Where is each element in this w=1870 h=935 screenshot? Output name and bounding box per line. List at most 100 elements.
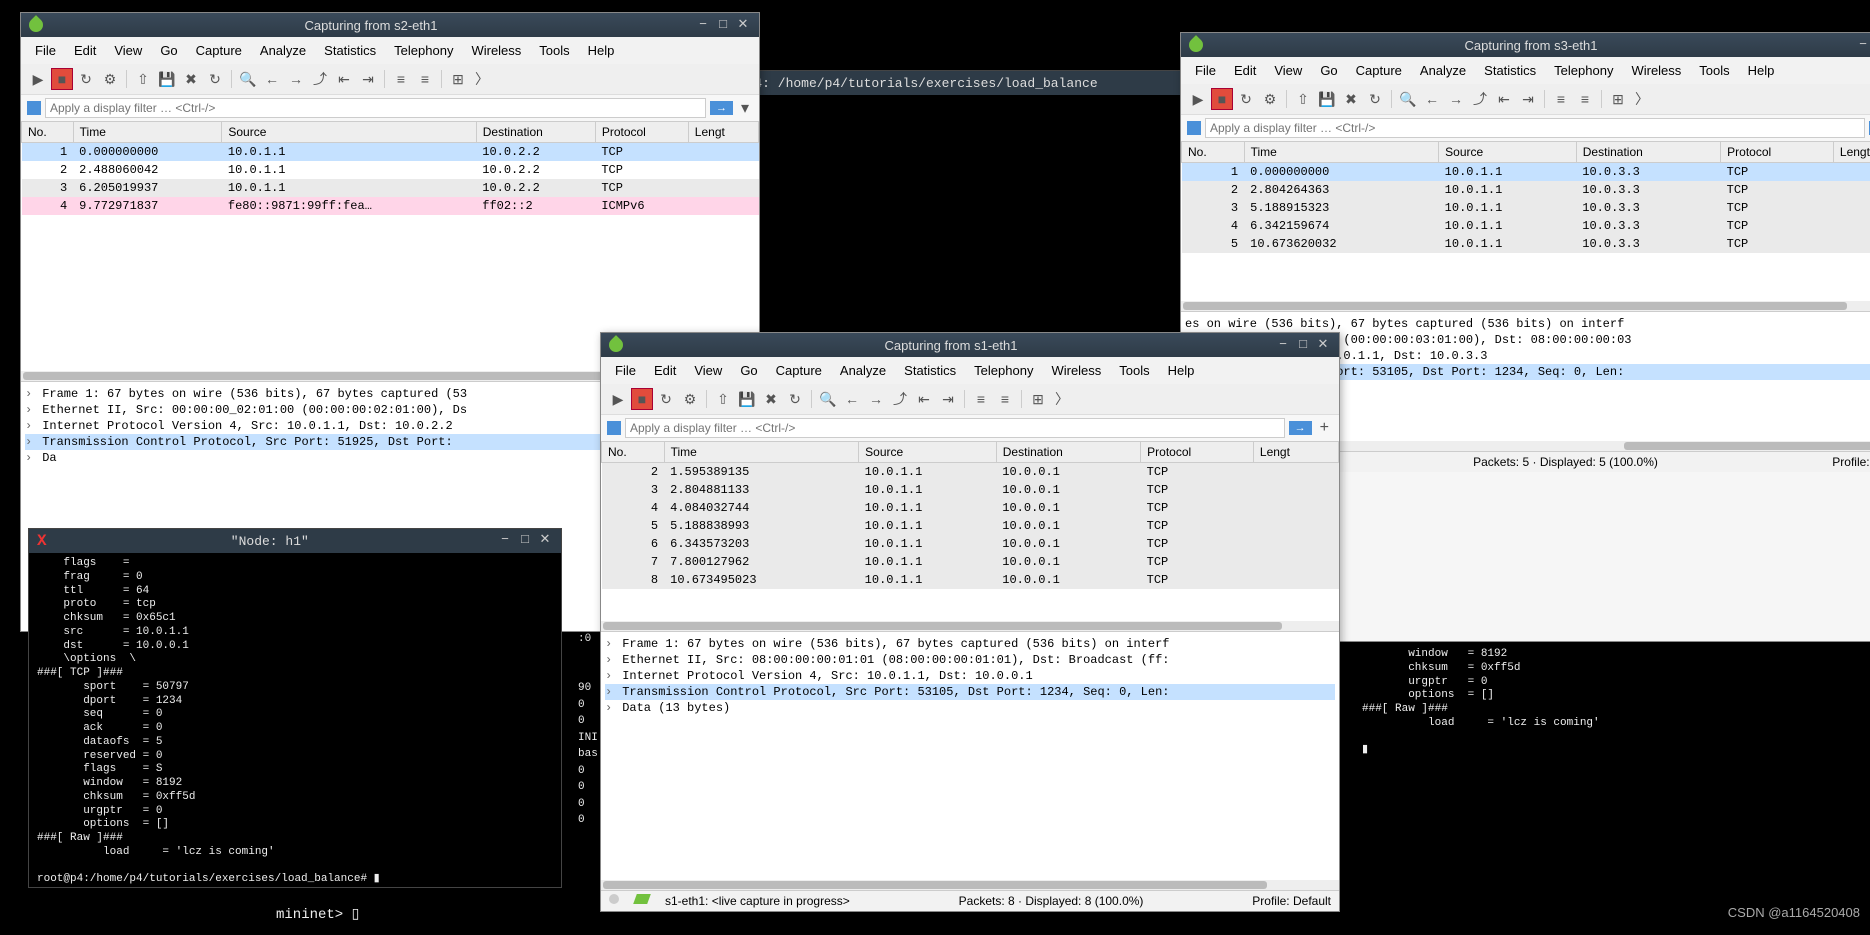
column-header[interactable]: Time — [1244, 142, 1439, 163]
table-row[interactable]: 35.18891532310.0.1.110.0.3.3TCP — [1182, 199, 1870, 217]
column-header[interactable]: Lengt — [1833, 142, 1870, 163]
maximize-icon[interactable]: □ — [715, 17, 731, 33]
table-row[interactable]: 66.34357320310.0.1.110.0.0.1TCP — [602, 535, 1339, 553]
forward-button[interactable]: → — [1445, 88, 1467, 110]
autoscroll-button[interactable]: ≡ — [1550, 88, 1572, 110]
table-row[interactable]: 36.20501993710.0.1.110.0.2.2TCP — [22, 179, 759, 197]
menu-capture[interactable]: Capture — [770, 361, 828, 380]
terminal-node-h1[interactable]: X "Node: h1" − □ ✕ flags = frag = 0 ttl … — [28, 528, 562, 888]
menu-analyze[interactable]: Analyze — [1414, 61, 1472, 80]
start-capture-button[interactable]: ▶ — [1187, 88, 1209, 110]
menu-view[interactable]: View — [108, 41, 148, 60]
filter-bar[interactable]: → + — [601, 415, 1339, 441]
menubar[interactable]: File Edit View Go Capture Analyze Statistics Te… — [601, 357, 1339, 384]
save-button[interactable]: 💾 — [156, 68, 178, 90]
table-row[interactable]: 510.67362003210.0.1.110.0.3.3TCP — [1182, 235, 1870, 253]
column-header[interactable]: No. — [1182, 142, 1245, 163]
save-button[interactable]: 💾 — [736, 388, 758, 410]
apply-filter-button[interactable]: → — [710, 101, 733, 115]
table-row[interactable]: 77.80012796210.0.1.110.0.0.1TCP — [602, 553, 1339, 571]
menu-edit[interactable]: Edit — [648, 361, 682, 380]
menu-tools[interactable]: Tools — [1113, 361, 1155, 380]
table-row[interactable]: 21.59538913510.0.1.110.0.0.1TCP — [602, 463, 1339, 482]
menu-go[interactable]: Go — [734, 361, 763, 380]
menu-telephony[interactable]: Telephony — [1548, 61, 1619, 80]
menu-file[interactable]: File — [609, 361, 642, 380]
colorize-button[interactable]: ≡ — [994, 388, 1016, 410]
filter-input[interactable] — [45, 98, 706, 118]
column-header[interactable]: Time — [664, 442, 859, 463]
add-filter-button[interactable]: ▾ — [737, 98, 753, 118]
menu-tools[interactable]: Tools — [533, 41, 575, 60]
column-header[interactable]: Protocol — [1721, 142, 1834, 163]
menu-file[interactable]: File — [1189, 61, 1222, 80]
scrollbar-h[interactable] — [601, 621, 1339, 631]
column-header[interactable]: Lengt — [688, 122, 758, 143]
table-row[interactable]: 49.772971837fe80::9871:99ff:fea…ff02::2I… — [22, 197, 759, 215]
reload-button[interactable]: ↻ — [784, 388, 806, 410]
first-button[interactable]: ⇤ — [333, 68, 355, 90]
menu-analyze[interactable]: Analyze — [834, 361, 892, 380]
colorize-button[interactable]: ≡ — [1574, 88, 1596, 110]
first-button[interactable]: ⇤ — [913, 388, 935, 410]
terminal-titlebar[interactable]: X "Node: h1" − □ ✕ — [29, 529, 561, 553]
expand-button[interactable]: 〉 — [471, 68, 493, 90]
menu-statistics[interactable]: Statistics — [898, 361, 962, 380]
menu-telephony[interactable]: Telephony — [968, 361, 1039, 380]
open-button[interactable]: ⇧ — [1292, 88, 1314, 110]
menu-analyze[interactable]: Analyze — [254, 41, 312, 60]
minimize-icon[interactable]: − — [497, 533, 513, 549]
column-header[interactable]: Destination — [476, 122, 595, 143]
filter-bar[interactable]: → + — [1181, 115, 1870, 141]
scrollbar-h[interactable] — [601, 880, 1339, 890]
packet-list[interactable]: No.TimeSourceDestinationProtocolLengt10.… — [1181, 141, 1870, 301]
table-row[interactable]: 32.80488113310.0.1.110.0.0.1TCP — [602, 481, 1339, 499]
goto-button[interactable]: ⤴ — [889, 388, 911, 410]
column-header[interactable]: Source — [859, 442, 997, 463]
menu-go[interactable]: Go — [1314, 61, 1343, 80]
menu-wireless[interactable]: Wireless — [465, 41, 527, 60]
toolbar[interactable]: ▶■↻⚙⇧💾✖↻🔍←→⤴⇤⇥≡≡⊞〉 — [1181, 84, 1870, 115]
table-row[interactable]: 22.80426436310.0.1.110.0.3.3TCP — [1182, 181, 1870, 199]
close-file-button[interactable]: ✖ — [1340, 88, 1362, 110]
restart-capture-button[interactable]: ↻ — [1235, 88, 1257, 110]
stop-capture-button[interactable]: ■ — [51, 68, 73, 90]
last-button[interactable]: ⇥ — [357, 68, 379, 90]
packet-list[interactable]: No.TimeSourceDestinationProtocolLengt21.… — [601, 441, 1339, 621]
detail-line[interactable]: › Frame 1: 67 bytes on wire (536 bits), … — [605, 636, 1335, 652]
filter-bar[interactable]: → ▾ — [21, 95, 759, 121]
detail-line[interactable]: › Ethernet II, Src: 08:00:00:00:01:01 (0… — [605, 652, 1335, 668]
menu-edit[interactable]: Edit — [1228, 61, 1262, 80]
titlebar-s1[interactable]: Capturing from s1-eth1 − □ ✕ — [601, 333, 1339, 357]
filter-input[interactable] — [1205, 118, 1865, 138]
menu-view[interactable]: View — [688, 361, 728, 380]
toolbar[interactable]: ▶■↻⚙⇧💾✖↻🔍←→⤴⇤⇥≡≡⊞〉 — [601, 384, 1339, 415]
detail-line[interactable]: › Transmission Control Protocol, Src Por… — [605, 684, 1335, 700]
menu-tools[interactable]: Tools — [1693, 61, 1735, 80]
column-header[interactable]: Source — [222, 122, 476, 143]
stop-capture-button[interactable]: ■ — [1211, 88, 1233, 110]
save-button[interactable]: 💾 — [1316, 88, 1338, 110]
options-button[interactable]: ⚙ — [99, 68, 121, 90]
reload-button[interactable]: ↻ — [1364, 88, 1386, 110]
last-button[interactable]: ⇥ — [1517, 88, 1539, 110]
forward-button[interactable]: → — [865, 388, 887, 410]
open-button[interactable]: ⇧ — [132, 68, 154, 90]
open-button[interactable]: ⇧ — [712, 388, 734, 410]
column-header[interactable]: Destination — [996, 442, 1140, 463]
table-row[interactable]: 810.67349502310.0.1.110.0.0.1TCP — [602, 571, 1339, 589]
table-row[interactable]: 55.18883899310.0.1.110.0.0.1TCP — [602, 517, 1339, 535]
bookmark-icon[interactable] — [27, 101, 41, 115]
menu-help[interactable]: Help — [1742, 61, 1781, 80]
menu-statistics[interactable]: Statistics — [318, 41, 382, 60]
menu-capture[interactable]: Capture — [190, 41, 248, 60]
close-file-button[interactable]: ✖ — [180, 68, 202, 90]
expert-icon[interactable] — [609, 894, 619, 904]
back-button[interactable]: ← — [261, 68, 283, 90]
column-header[interactable]: No. — [22, 122, 74, 143]
menu-wireless[interactable]: Wireless — [1625, 61, 1687, 80]
column-header[interactable]: No. — [602, 442, 665, 463]
zoom-in-button[interactable]: ⊞ — [447, 68, 469, 90]
start-capture-button[interactable]: ▶ — [607, 388, 629, 410]
reload-button[interactable]: ↻ — [204, 68, 226, 90]
